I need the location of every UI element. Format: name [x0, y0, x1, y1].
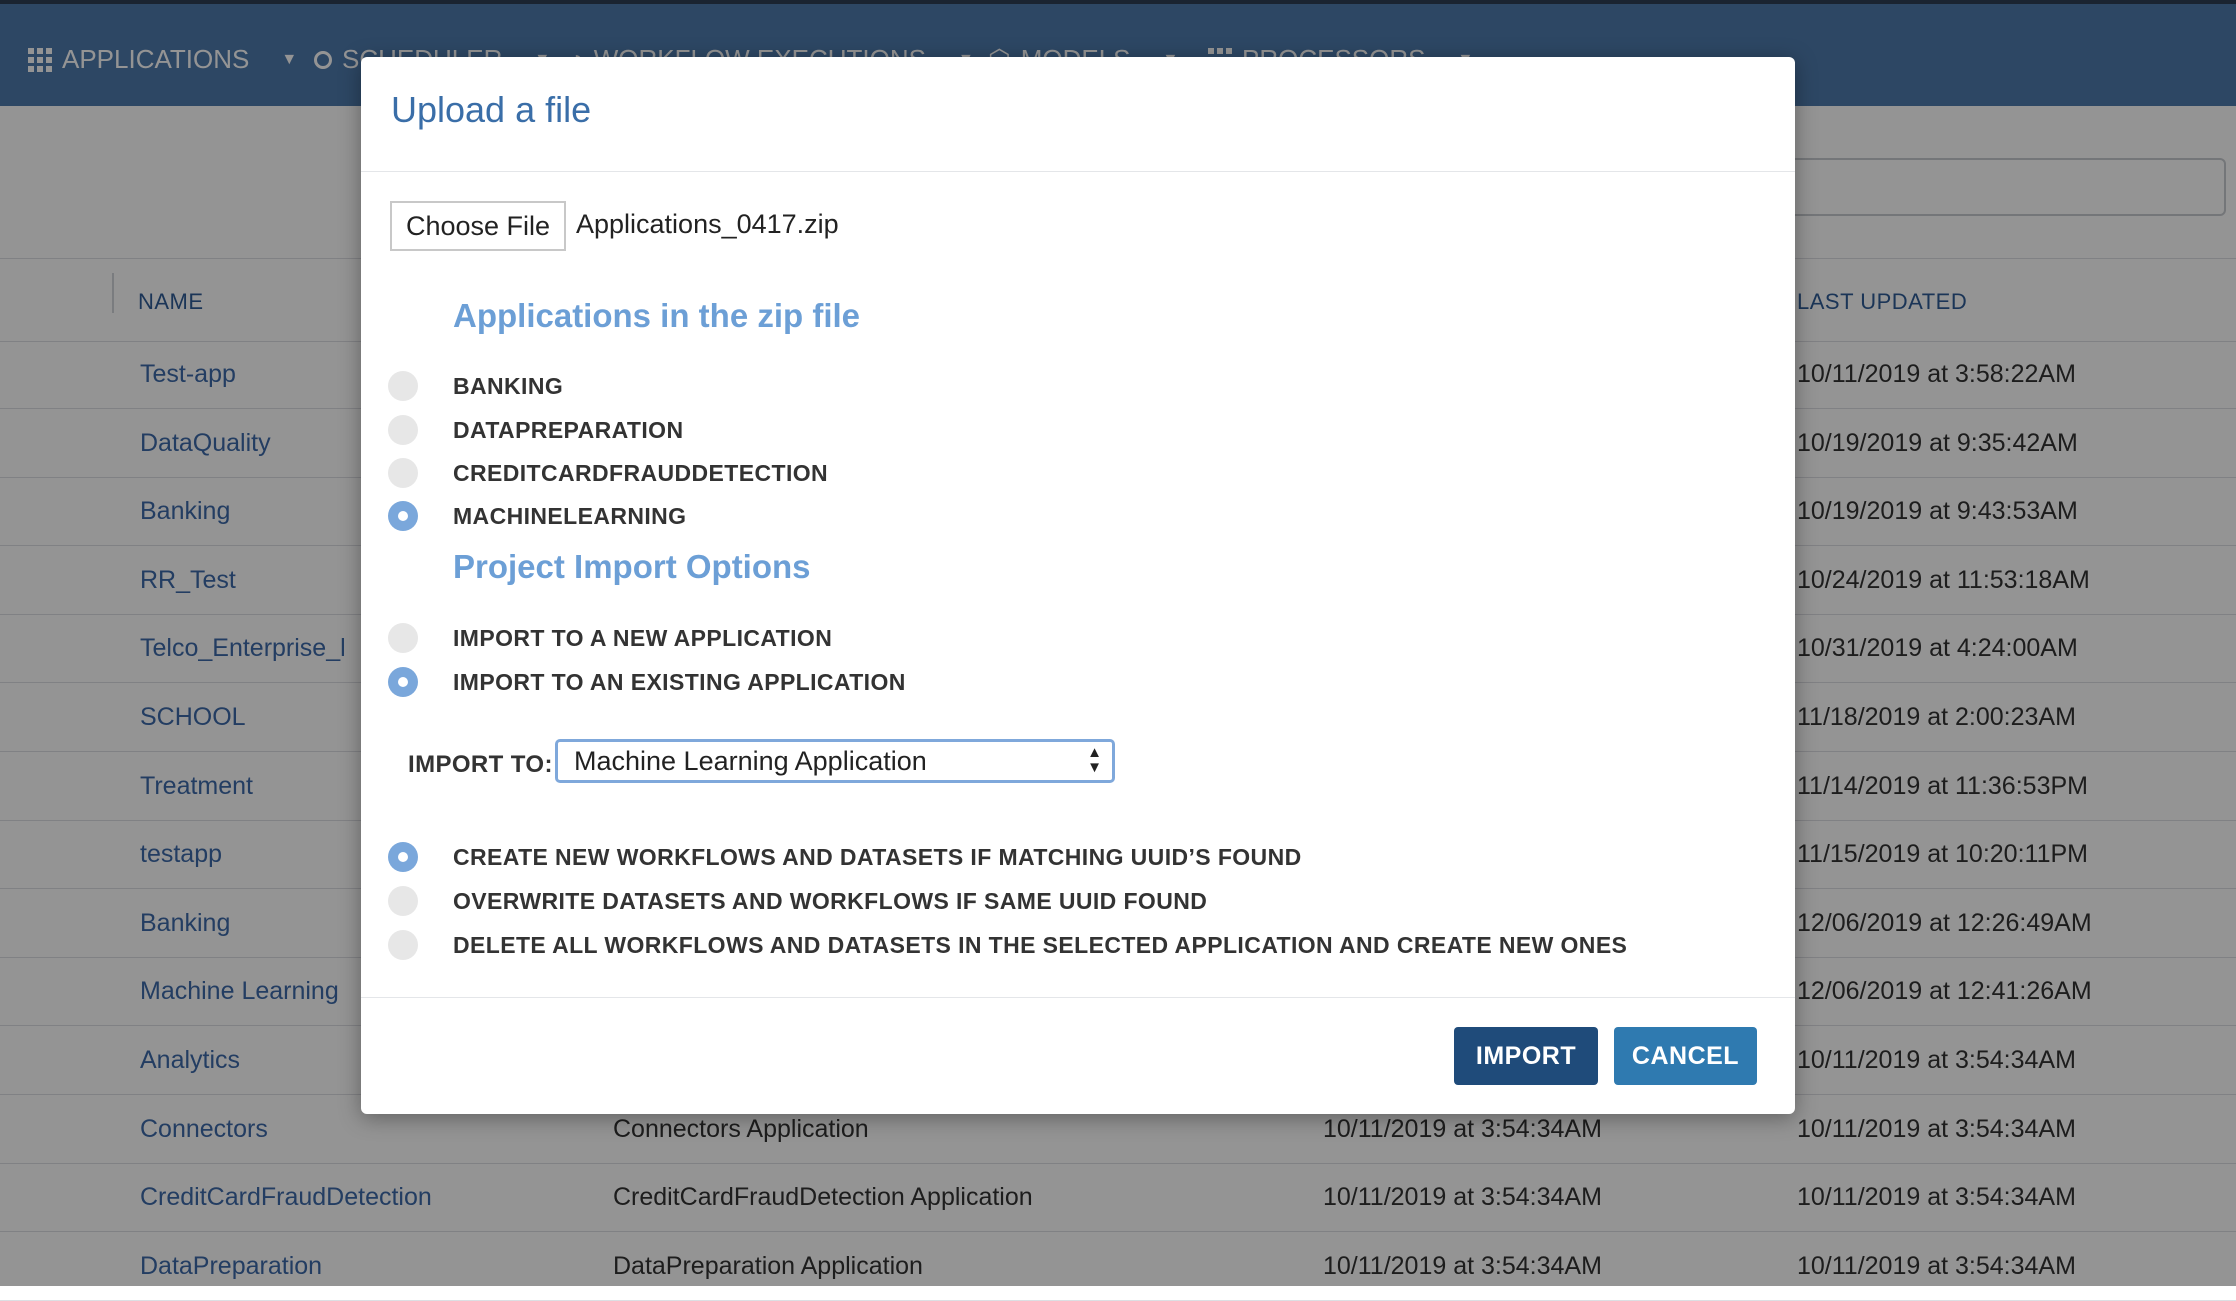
radio-label: DATAPREPARATION: [453, 417, 684, 443]
radio-button-selected[interactable]: [388, 842, 418, 872]
radio-label: IMPORT TO AN EXISTING APPLICATION: [453, 669, 906, 695]
radio-button[interactable]: [388, 623, 418, 653]
import-button[interactable]: IMPORT: [1454, 1027, 1598, 1085]
import-to-label: IMPORT TO:: [408, 751, 553, 778]
radio-option-machinelearning[interactable]: MACHINELEARNING: [388, 501, 686, 531]
selected-file-name: Applications_0417.zip: [576, 209, 839, 239]
radio-button[interactable]: [388, 371, 418, 401]
upload-file-dialog: Upload a file Choose File Applications_0…: [361, 57, 1795, 1114]
modal-title: Upload a file: [391, 89, 592, 130]
radio-label: DELETE ALL WORKFLOWS AND DATASETS IN THE…: [453, 932, 1628, 958]
select-arrows-icon: ▲ ▼: [1087, 744, 1102, 776]
radio-label: MACHINELEARNING: [453, 503, 687, 529]
radio-option-creditcardfrauddetection[interactable]: CREDITCARDFRAUDDETECTION: [388, 458, 828, 488]
modal-footer: [361, 997, 1795, 998]
radio-option-import-existing[interactable]: IMPORT TO AN EXISTING APPLICATION: [388, 667, 905, 697]
radio-button[interactable]: [388, 886, 418, 916]
radio-label: IMPORT TO A NEW APPLICATION: [453, 625, 833, 651]
radio-option-import-new[interactable]: IMPORT TO A NEW APPLICATION: [388, 623, 832, 653]
import-to-select[interactable]: Machine Learning Application ▲ ▼: [555, 739, 1115, 783]
options-section-title: Project Import Options: [453, 548, 811, 585]
choose-file-button[interactable]: Choose File: [390, 201, 566, 251]
radio-option-datapreparation[interactable]: DATAPREPARATION: [388, 415, 683, 445]
radio-label: BANKING: [453, 373, 564, 399]
radio-label: OVERWRITE DATASETS AND WORKFLOWS IF SAME…: [453, 888, 1208, 914]
cancel-button[interactable]: CANCEL: [1614, 1027, 1757, 1085]
radio-option-create-new[interactable]: CREATE NEW WORKFLOWS AND DATASETS IF MAT…: [388, 842, 1301, 872]
radio-label: CREDITCARDFRAUDDETECTION: [453, 460, 829, 486]
radio-button-selected[interactable]: [388, 501, 418, 531]
radio-label: CREATE NEW WORKFLOWS AND DATASETS IF MAT…: [453, 844, 1302, 870]
radio-button[interactable]: [388, 930, 418, 960]
apps-section-title: Applications in the zip file: [453, 297, 861, 334]
import-to-selected-value: Machine Learning Application: [574, 745, 927, 776]
radio-button-selected[interactable]: [388, 667, 418, 697]
radio-option-delete-all[interactable]: DELETE ALL WORKFLOWS AND DATASETS IN THE…: [388, 930, 1627, 960]
radio-button[interactable]: [388, 415, 418, 445]
modal-header: Upload a file: [361, 57, 1795, 172]
radio-option-overwrite[interactable]: OVERWRITE DATASETS AND WORKFLOWS IF SAME…: [388, 886, 1207, 916]
radio-button[interactable]: [388, 458, 418, 488]
radio-option-banking[interactable]: BANKING: [388, 371, 563, 401]
